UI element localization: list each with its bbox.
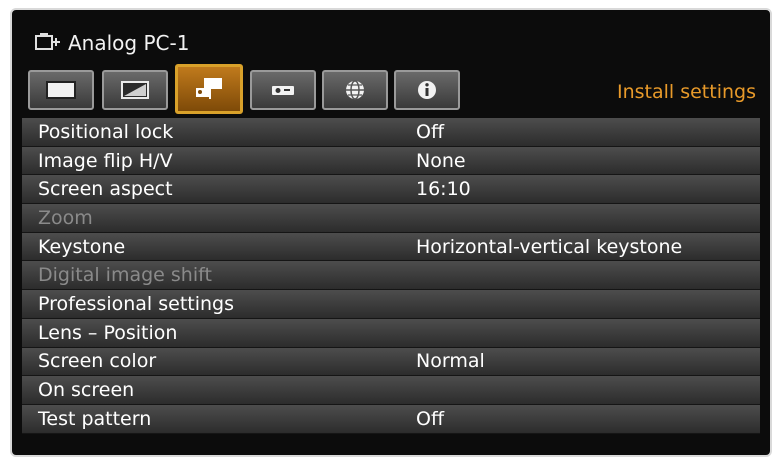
menu-item-lens-position[interactable]: Lens – Position xyxy=(22,318,760,348)
menu-item-label: Lens – Position xyxy=(38,321,178,344)
information-icon xyxy=(415,78,439,102)
menu-item-screen-aspect[interactable]: Screen aspect 16:10 xyxy=(22,175,760,205)
tab-image-adjust[interactable] xyxy=(102,70,168,110)
menu-item-zoom: Zoom xyxy=(22,204,760,233)
menu-item-value: Horizontal-vertical keystone xyxy=(416,235,683,258)
menu-tab-bar: Install settings xyxy=(12,64,770,116)
menu-item-label: On screen xyxy=(38,379,135,402)
projector-icon xyxy=(267,80,299,100)
input-source: Analog PC-1 xyxy=(34,28,189,58)
menu-item-value: None xyxy=(416,149,466,172)
tab-image[interactable] xyxy=(28,70,94,110)
section-title: Install settings xyxy=(616,81,756,103)
menu-item-value: Off xyxy=(416,120,445,143)
menu-item-value: Normal xyxy=(416,350,485,373)
install-settings-icon xyxy=(192,75,226,103)
menu-item-keystone[interactable]: Keystone Horizontal-vertical keystone xyxy=(22,232,760,262)
menu-item-value: 16:10 xyxy=(416,178,471,201)
menu-item-screen-color[interactable]: Screen color Normal xyxy=(22,347,760,377)
input-source-label: Analog PC-1 xyxy=(68,31,190,55)
menu-item-positional-lock[interactable]: Positional lock Off xyxy=(22,118,760,147)
menu-item-on-screen[interactable]: On screen xyxy=(22,376,760,405)
menu-item-label: Screen color xyxy=(38,350,157,373)
tab-information[interactable] xyxy=(394,70,460,110)
osd-menu-window: Analog PC-1 Install settings Positional … xyxy=(10,8,772,457)
menu-item-label: Screen aspect xyxy=(38,178,173,201)
menu-item-test-pattern[interactable]: Test pattern Off xyxy=(22,404,760,434)
tab-network[interactable] xyxy=(322,70,388,110)
menu-item-professional-settings[interactable]: Professional settings xyxy=(22,290,760,319)
tab-system[interactable] xyxy=(250,70,316,110)
menu-item-label: Test pattern xyxy=(38,407,152,430)
menu-item-label: Image flip H/V xyxy=(38,149,173,172)
settings-menu-list: Positional lock Off Image flip H/V None … xyxy=(22,118,760,434)
image-adjust-icon xyxy=(119,80,151,100)
menu-item-digital-image-shift: Digital image shift xyxy=(22,261,760,291)
menu-item-label: Digital image shift xyxy=(38,264,212,287)
menu-item-value: Off xyxy=(416,407,445,430)
menu-item-label: Keystone xyxy=(38,235,126,258)
image-icon xyxy=(45,80,77,100)
network-icon xyxy=(343,78,367,102)
input-source-icon xyxy=(34,32,62,54)
menu-item-label: Zoom xyxy=(38,206,93,229)
menu-item-label: Positional lock xyxy=(38,120,174,143)
tab-install-settings[interactable] xyxy=(175,64,243,114)
menu-item-image-flip[interactable]: Image flip H/V None xyxy=(22,146,760,176)
menu-item-label: Professional settings xyxy=(38,292,234,315)
